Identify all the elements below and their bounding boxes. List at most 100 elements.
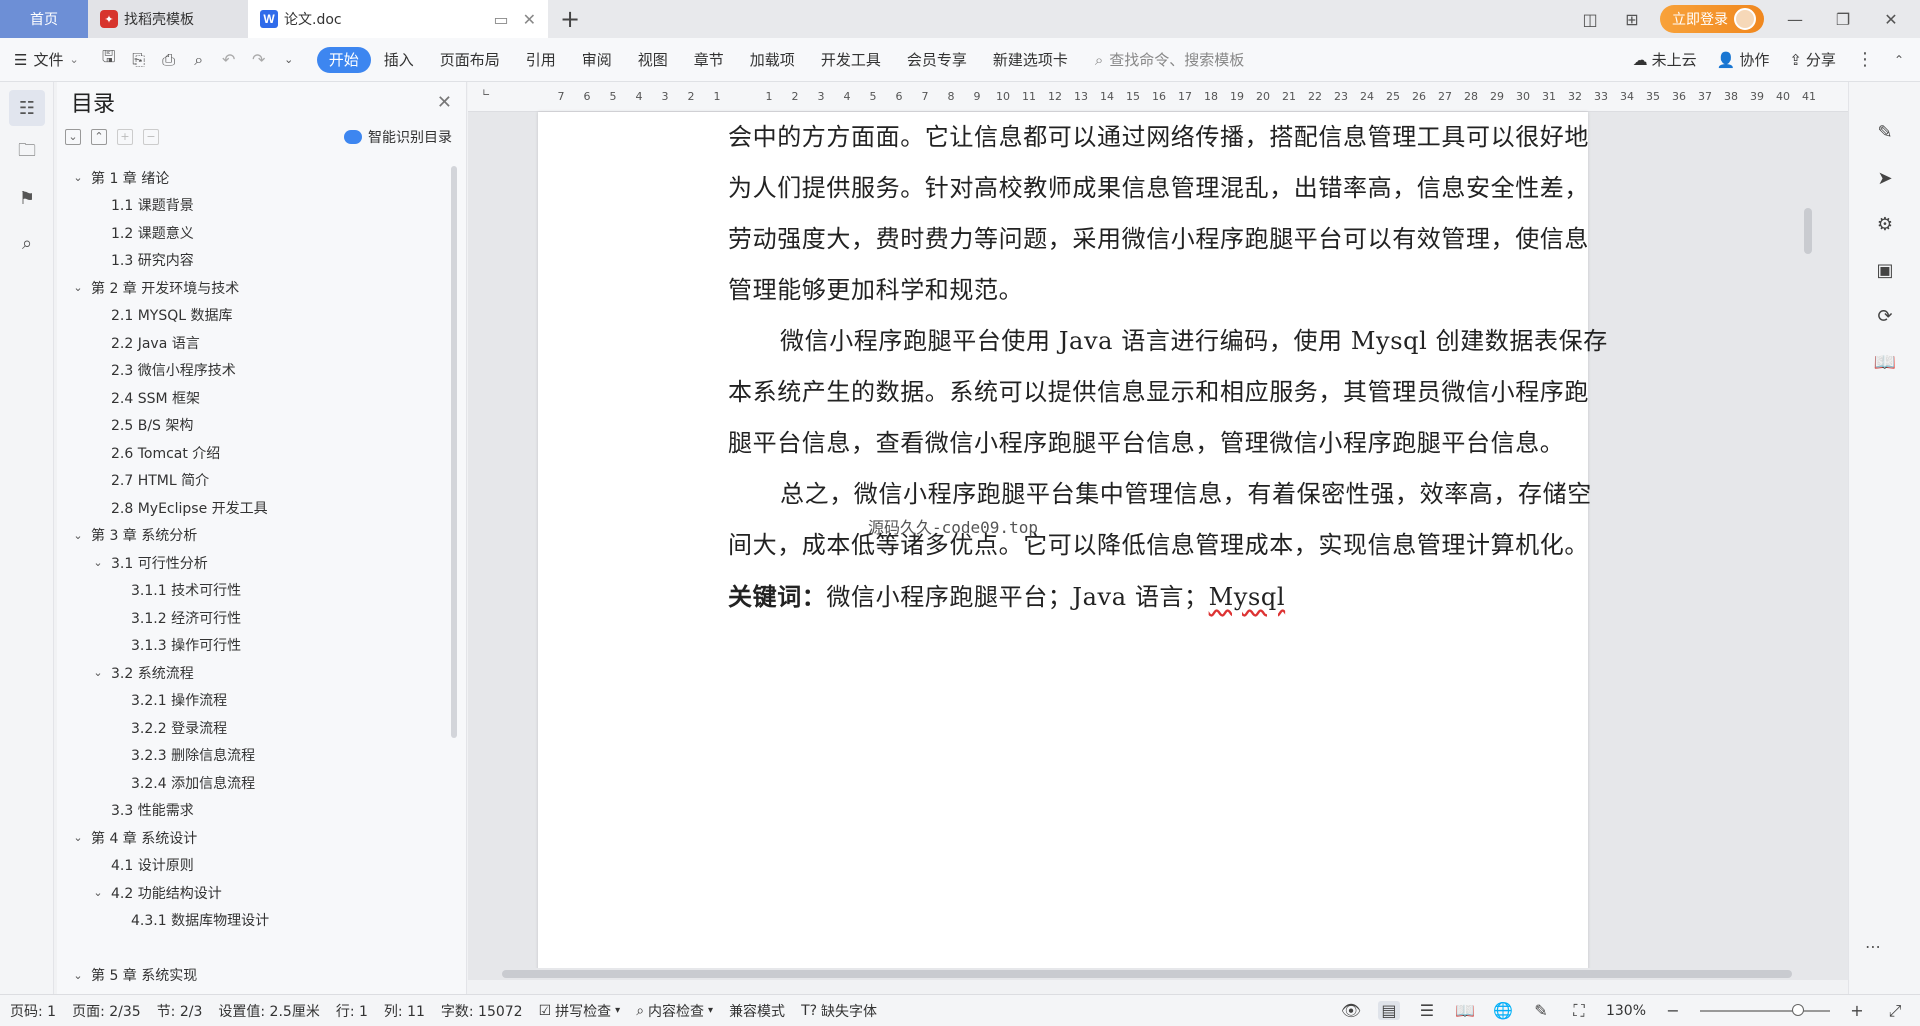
document-line[interactable]: 微信小程序跑腿平台使用 Java 语言进行编码，使用 Mysql 创建数据表保存 — [728, 316, 1628, 367]
minimize-icon[interactable]: — — [1778, 10, 1812, 29]
zoom-out-icon[interactable]: − — [1662, 1001, 1684, 1020]
redo-icon[interactable]: ↷ — [247, 50, 271, 69]
toc-item[interactable]: 2.7 HTML 简介 — [57, 467, 452, 495]
horizontal-scrollbar[interactable] — [488, 968, 1808, 980]
status-word-count[interactable]: 字数: 15072 — [441, 1001, 523, 1021]
toc-item[interactable]: ⌄ 第 1 章 绪论 — [57, 164, 452, 192]
export-pdf-icon[interactable]: ⎘ — [127, 50, 151, 70]
toc-item[interactable]: 3.2.2 登录流程 — [57, 714, 452, 742]
toc-item[interactable]: 3.3 性能需求 — [57, 797, 452, 825]
web-view-icon[interactable]: 🌐 — [1492, 1001, 1514, 1020]
collapse-all-icon[interactable]: ⌃ — [91, 129, 107, 145]
write-view-icon[interactable]: ✎ — [1530, 1001, 1552, 1020]
vertical-scrollbar[interactable] — [1804, 122, 1814, 922]
keywords-line[interactable]: 关键词：微信小程序跑腿平台；Java 语言；Mysql — [728, 571, 1628, 622]
chevron-down-icon[interactable]: ⌄ — [91, 886, 105, 899]
document-line[interactable]: 劳动强度大，费时费力等问题，采用微信小程序跑腿平台可以有效管理，使信息 — [728, 214, 1628, 265]
menu-tab-4[interactable]: 审阅 — [569, 47, 625, 73]
menu-tab-6[interactable]: 章节 — [681, 47, 737, 73]
menu-tab-1[interactable]: 插入 — [371, 47, 427, 73]
toc-item[interactable]: ⌄ 3.1 可行性分析 — [57, 549, 452, 577]
expand-all-icon[interactable]: ⌄ — [65, 129, 81, 145]
toc-item[interactable]: 4.1 设计原则 — [57, 852, 452, 880]
more-tools-icon[interactable]: ⋯ — [1865, 937, 1881, 956]
menu-tab-8[interactable]: 开发工具 — [808, 47, 894, 73]
remove-heading-icon[interactable]: − — [143, 129, 159, 145]
toc-item[interactable]: ⌄ 第 3 章 系统分析 — [57, 522, 452, 550]
menu-tab-7[interactable]: 加载项 — [737, 47, 808, 73]
content-check-button[interactable]: ⌕ 内容检查 ▾ — [636, 1001, 713, 1021]
chevron-down-icon[interactable]: ⌄ — [71, 969, 85, 982]
chevron-down-icon[interactable]: ⌄ — [91, 666, 105, 679]
toc-item[interactable]: ⌄ 第 2 章 开发环境与技术 — [57, 274, 452, 302]
status-page[interactable]: 页面: 2/35 — [72, 1001, 141, 1021]
menu-tab-0[interactable]: 开始 — [316, 46, 371, 73]
grid-apps-icon[interactable]: ⊞ — [1618, 10, 1646, 29]
collapse-ribbon-icon[interactable]: ⌃ — [1894, 53, 1904, 67]
toc-item[interactable]: ⌄ 第 4 章 系统设计 — [57, 824, 452, 852]
file-menu[interactable]: ☰ 文件 ⌄ — [14, 49, 79, 70]
menu-tab-5[interactable]: 视图 — [625, 47, 681, 73]
document-line[interactable]: 会中的方方面面。它让信息都可以通过网络传播，搭配信息管理工具可以很好地 — [728, 112, 1628, 163]
document-line[interactable]: 管理能够更加科学和规范。 — [728, 265, 1628, 316]
toc-scrollbar[interactable] — [451, 166, 457, 738]
toc-item[interactable]: 2.5 B/S 架构 — [57, 412, 452, 440]
select-cursor-icon[interactable]: ➤ — [1865, 158, 1905, 198]
toc-item[interactable] — [57, 934, 452, 962]
toc-item[interactable]: 2.2 Java 语言 — [57, 329, 452, 357]
collaborate-button[interactable]: 👤 协作 — [1717, 49, 1770, 70]
menu-tab-10[interactable]: 新建选项卡 — [980, 47, 1081, 73]
document-line[interactable]: 总之，微信小程序跑腿平台集中管理信息，有着保密性强，效率高，存储空 — [728, 469, 1628, 520]
zoom-slider-knob[interactable] — [1792, 1003, 1804, 1016]
document-line[interactable]: 间大，成本低等诸多优点。它可以降低信息管理成本，实现信息管理计算机化。 — [728, 520, 1628, 571]
tab-home[interactable]: 首页 — [0, 0, 88, 38]
tab-template[interactable]: ✦ 找稻壳模板 — [88, 0, 248, 38]
print-icon[interactable]: ⎙ — [157, 50, 181, 70]
fit-page-icon[interactable]: ⛶ — [1568, 1001, 1590, 1021]
book-reader-icon[interactable]: 📖 — [1865, 342, 1905, 382]
page-view-icon[interactable]: ▤ — [1377, 1001, 1400, 1020]
hscroll-thumb[interactable] — [502, 970, 1792, 978]
chevron-down-icon[interactable]: ⌄ — [71, 529, 85, 542]
restore-icon[interactable]: ❐ — [1826, 10, 1860, 29]
tab-document[interactable]: W 论文.doc ▭ ✕ — [248, 0, 548, 38]
menu-tab-9[interactable]: 会员专享 — [894, 47, 980, 73]
toc-item[interactable]: ⌄ 第 5 章 系统实现 — [57, 962, 452, 984]
document-line[interactable]: 为人们提供服务。针对高校教师成果信息管理混乱，出错率高，信息安全性差， — [728, 163, 1628, 214]
missing-font-button[interactable]: T? 缺失字体 — [801, 1001, 877, 1021]
toc-item[interactable]: ⌄ 4.2 功能结构设计 — [57, 879, 452, 907]
new-tab-button[interactable]: + — [548, 0, 592, 38]
chevron-down-icon[interactable]: ⌄ — [71, 171, 85, 184]
share-button[interactable]: ⇪ 分享 — [1789, 49, 1836, 70]
document-line[interactable]: 本系统产生的数据。系统可以提供信息显示和相应服务，其管理员微信小程序跑 — [728, 367, 1628, 418]
close-icon[interactable]: ✕ — [437, 92, 452, 113]
horizontal-ruler[interactable]: ∟ 7 6 5 4 3 2 1 1 2 3 4 5 6 7 8 9 10 11 12 13 14 15 16 17 18 19 20… — [468, 82, 1848, 112]
toc-item[interactable]: 3.2.1 操作流程 — [57, 687, 452, 715]
menu-tab-2[interactable]: 页面布局 — [427, 47, 513, 73]
toc-item[interactable]: 4.3.1 数据库物理设计 — [57, 907, 452, 935]
outline-view-icon[interactable]: ☰ — [1416, 1001, 1438, 1020]
zoom-in-icon[interactable]: + — [1846, 1001, 1868, 1020]
spell-check-button[interactable]: ☑ 拼写检查 ▾ — [539, 1001, 621, 1021]
toc-item[interactable]: 2.3 微信小程序技术 — [57, 357, 452, 385]
close-window-icon[interactable]: ✕ — [1874, 10, 1908, 29]
tab-float-icon[interactable]: ▭ — [493, 10, 508, 29]
toc-item[interactable]: 1.3 研究内容 — [57, 247, 452, 275]
print-preview-icon[interactable]: ⌕ — [187, 50, 211, 70]
toc-item[interactable]: 2.4 SSM 框架 — [57, 384, 452, 412]
toc-item[interactable]: 2.8 MyEclipse 开发工具 — [57, 494, 452, 522]
find-icon[interactable]: ⌕ — [9, 225, 45, 261]
edit-pen-icon[interactable]: ✎ — [1865, 112, 1905, 152]
toc-item[interactable]: 3.1.2 经济可行性 — [57, 604, 452, 632]
layout-toggle-icon[interactable]: ◫ — [1576, 10, 1604, 29]
toc-item[interactable]: 2.6 Tomcat 介绍 — [57, 439, 452, 467]
command-search[interactable]: ⌕ 查找命令、搜索模板 — [1095, 49, 1244, 70]
toc-item[interactable]: 3.2.4 添加信息流程 — [57, 769, 452, 797]
toc-panel-icon[interactable]: ☷ — [9, 90, 45, 126]
zoom-slider[interactable] — [1700, 1003, 1830, 1016]
cloud-status-button[interactable]: ☁ 未上云 — [1633, 49, 1697, 70]
save-icon[interactable]: 🖫 — [97, 46, 121, 73]
toc-item[interactable]: 3.1.3 操作可行性 — [57, 632, 452, 660]
add-heading-icon[interactable]: + — [117, 129, 133, 145]
chevron-down-icon[interactable]: ⌄ — [91, 556, 105, 569]
